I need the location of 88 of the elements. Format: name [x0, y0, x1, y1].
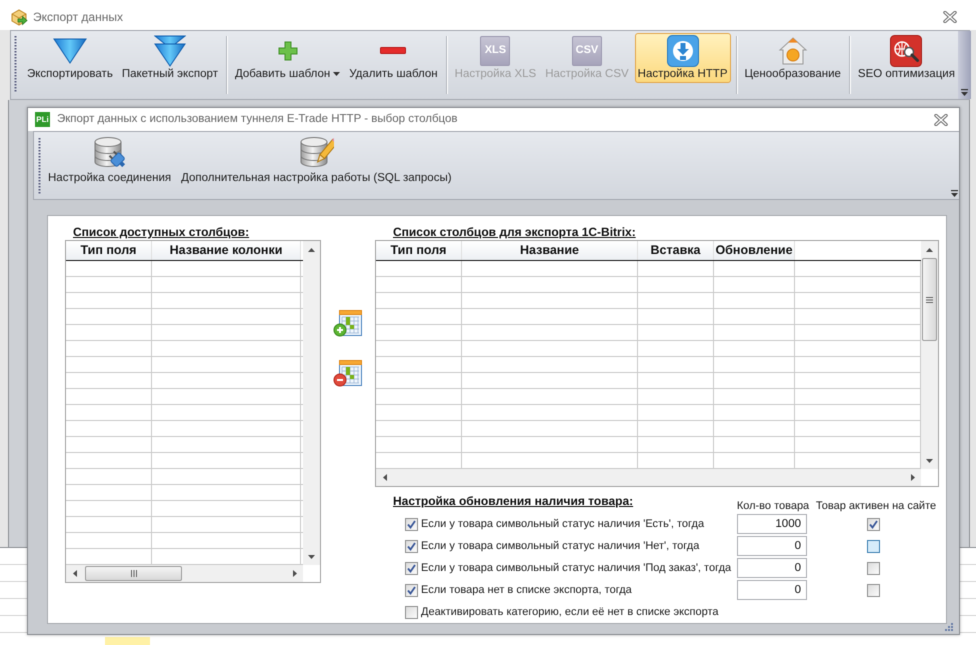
package-icon [10, 8, 28, 26]
scrollbar-thumb[interactable] [85, 566, 182, 581]
checkbox[interactable] [866, 540, 880, 552]
down-triangle-icon [52, 38, 87, 64]
checkmark-icon [407, 564, 416, 572]
export-button[interactable]: Экспортировать [24, 33, 116, 83]
globe-magnifier-icon [890, 34, 922, 66]
toolbar-overflow[interactable] [958, 31, 971, 99]
scroll-down-icon[interactable] [926, 458, 933, 462]
checkbox[interactable] [866, 562, 880, 574]
checkbox-label[interactable]: Если у товара символьный статус наличия 'Под заказ', тогда [421, 561, 732, 575]
thumb-grip-icon [130, 570, 136, 577]
checkbox[interactable] [405, 518, 418, 530]
scrollbar-thumb[interactable] [922, 258, 937, 341]
file-format-icon: CSV [572, 36, 602, 66]
checkbox[interactable] [866, 518, 880, 530]
quantity-field[interactable]: 0 [737, 536, 807, 556]
batch-export-button[interactable]: Пакетный экспорт [118, 33, 221, 83]
calendar-plus-icon [333, 308, 363, 338]
column-header[interactable]: Название [462, 241, 638, 260]
vertical-scrollbar[interactable] [303, 241, 320, 565]
caret-icon [333, 72, 340, 76]
column-label: Кол-во товара [736, 499, 810, 513]
app-logo: PLi [35, 112, 50, 127]
highlighted-cell [105, 637, 150, 645]
toolbar-grip-icon[interactable] [14, 35, 17, 93]
connection-settings-button[interactable]: Настройка соединения [45, 134, 174, 187]
section-title: Список столбцов для экспорта 1C-Bitrix: [393, 225, 636, 240]
window-title: Экспорт данных [33, 9, 123, 26]
checkbox[interactable] [866, 584, 880, 596]
sql-settings-button[interactable]: Дополнительная настройка работы (SQL запросы) [178, 134, 455, 187]
scroll-left-icon[interactable] [72, 570, 76, 577]
section-title: Список доступных столбцов: [73, 225, 250, 240]
checkbox[interactable] [405, 584, 418, 596]
close-icon[interactable] [934, 114, 948, 126]
checkbox-label[interactable]: Если у товара символьный статус наличия 'Нет', тогда [421, 539, 700, 553]
thumb-grip-icon [926, 296, 933, 302]
horizontal-scrollbar[interactable] [66, 565, 303, 582]
checkmark-icon [868, 520, 878, 528]
pricing-button[interactable]: Ценообразование [742, 33, 844, 83]
checkbox-label[interactable]: Деактивировать категорию, если её нет в списке экспорта [421, 605, 719, 619]
checkbox[interactable] [405, 540, 418, 552]
scroll-up-icon[interactable] [308, 248, 315, 252]
column-header[interactable]: Тип поля [376, 241, 462, 260]
double-down-triangle-icon [154, 34, 186, 66]
remove-template-button[interactable]: Удалить шаблон [346, 33, 441, 83]
remove-column-button[interactable] [333, 358, 363, 388]
scroll-right-icon[interactable] [910, 474, 914, 481]
column-header[interactable]: Название колонки [152, 241, 301, 260]
checkmark-icon [407, 586, 416, 594]
add-template-button[interactable]: Добавить шаблон [232, 33, 344, 83]
scroll-up-icon[interactable] [926, 248, 933, 252]
http-settings-button[interactable]: Настройка HTTP [634, 33, 731, 83]
checkbox[interactable] [405, 562, 418, 574]
database-pencil-icon [298, 136, 334, 170]
column-header[interactable]: Тип поля [66, 241, 152, 260]
toolbar-grip-icon[interactable] [38, 137, 41, 195]
minus-icon [380, 47, 406, 54]
quantity-field[interactable]: 1000 [737, 514, 807, 534]
checkmark-icon [407, 542, 416, 550]
scroll-left-icon[interactable] [382, 474, 386, 481]
checkbox[interactable] [405, 606, 418, 618]
section-title: Настройка обновления наличия товара: [393, 494, 634, 509]
vertical-scrollbar[interactable] [921, 241, 938, 469]
column-header[interactable]: Обновление [714, 241, 795, 260]
overflow-chevron-icon[interactable] [951, 190, 958, 197]
file-format-icon: XLS [480, 36, 510, 66]
database-plug-icon [92, 136, 128, 170]
column-label: Товар активен на сайте [816, 499, 936, 513]
scroll-down-icon[interactable] [308, 554, 315, 558]
plus-icon [278, 40, 298, 60]
quantity-field[interactable]: 0 [737, 580, 807, 600]
close-icon[interactable] [943, 11, 957, 23]
checkmark-icon [407, 520, 416, 528]
overflow-chevron-icon[interactable] [960, 89, 968, 96]
scroll-right-icon[interactable] [292, 570, 296, 577]
add-column-button[interactable] [333, 308, 363, 338]
checkbox-label[interactable]: Если товара нет в списке экспорта, тогда [421, 583, 632, 597]
horizontal-scrollbar[interactable] [376, 469, 921, 486]
quantity-field[interactable]: 0 [737, 558, 807, 578]
dialog-title: Экпорт данных с использованием туннеля E-Trade HTTP - выбор столбцов [57, 112, 458, 127]
seo-optimization-button[interactable]: SEO оптимизация [854, 33, 958, 83]
column-header[interactable]: Вставка [638, 241, 714, 260]
calendar-minus-icon [333, 358, 363, 388]
house-coin-icon [778, 36, 808, 66]
resize-grip-icon[interactable] [945, 623, 953, 631]
download-badge-icon [666, 34, 699, 66]
checkbox-label[interactable]: Если у товара символьный статус наличия 'Есть', тогда [421, 517, 704, 531]
